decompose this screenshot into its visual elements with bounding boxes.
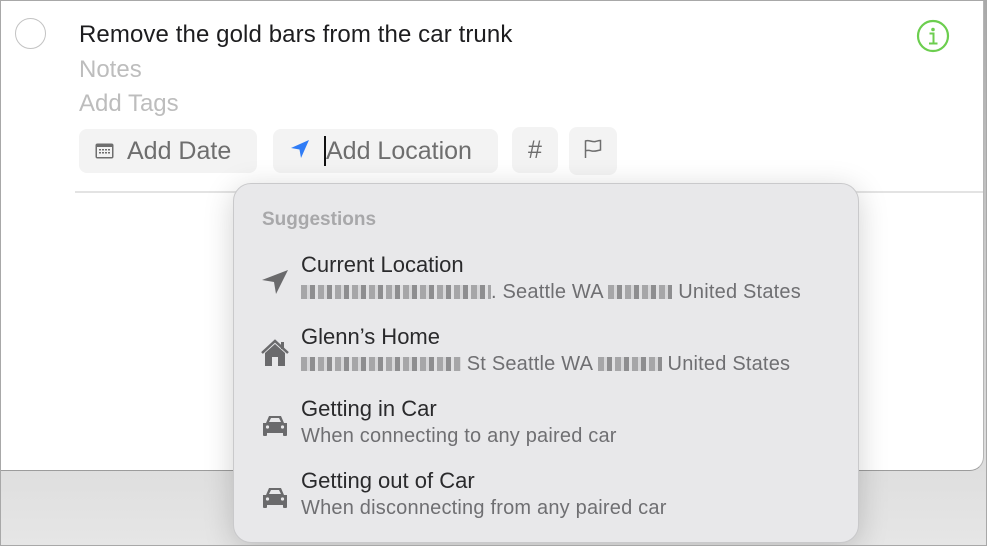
address-city: . Seattle WA — [491, 281, 603, 303]
suggestion-detail: When connecting to any paired car — [301, 425, 617, 447]
add-date-label: Add Date — [127, 136, 232, 165]
suggestion-current-location[interactable]: Current Location . Seattle WA United Sta… — [234, 252, 858, 322]
flag-icon — [584, 137, 602, 166]
add-date-button[interactable]: Add Date — [79, 129, 257, 173]
add-location-field[interactable]: Add Location — [273, 129, 498, 173]
suggestion-detail: St Seattle WA United States — [301, 353, 790, 376]
suggestion-detail: When disconnecting from any paired car — [301, 497, 667, 519]
suggestion-name: Glenn’s Home — [301, 324, 440, 349]
redacted-zip — [608, 285, 673, 299]
suggestion-name: Current Location — [301, 252, 464, 277]
car-icon — [260, 410, 290, 440]
address-country: United States — [678, 281, 801, 303]
location-arrow-icon — [260, 266, 290, 296]
suggestion-getting-out-of-car[interactable]: Getting out of Car When disconnecting fr… — [234, 468, 858, 538]
redacted-address — [301, 357, 461, 371]
calendar-icon — [95, 137, 114, 166]
location-arrow-icon — [290, 137, 310, 166]
add-tag-button[interactable]: # — [512, 127, 558, 173]
info-icon[interactable] — [916, 19, 950, 53]
address-city: St Seattle WA — [466, 353, 593, 375]
flag-button[interactable] — [569, 127, 617, 175]
address-country: United States — [667, 353, 791, 375]
location-suggestions-popover: Suggestions Current Location . Seattle W… — [233, 183, 859, 543]
home-icon — [260, 338, 290, 368]
car-icon — [260, 482, 290, 512]
reminder-title[interactable]: Remove the gold bars from the car trunk — [79, 21, 512, 49]
complete-checkbox[interactable] — [15, 18, 46, 49]
hashtag-icon: # — [528, 135, 542, 164]
suggestions-heading: Suggestions — [262, 209, 377, 230]
suggestion-name: Getting in Car — [301, 396, 437, 421]
suggestion-name: Getting out of Car — [301, 468, 475, 493]
add-location-label: Add Location — [326, 136, 472, 165]
redacted-zip — [597, 357, 662, 371]
tags-field[interactable]: Add Tags — [79, 90, 179, 118]
window-frame: Remove the gold bars from the car trunk … — [0, 0, 987, 546]
notes-field[interactable]: Notes — [79, 56, 142, 84]
suggestion-home[interactable]: Glenn’s Home St Seattle WA United States — [234, 324, 858, 394]
suggestion-detail: . Seattle WA United States — [301, 281, 801, 304]
redacted-address — [301, 285, 491, 299]
suggestion-getting-in-car[interactable]: Getting in Car When connecting to any pa… — [234, 396, 858, 466]
